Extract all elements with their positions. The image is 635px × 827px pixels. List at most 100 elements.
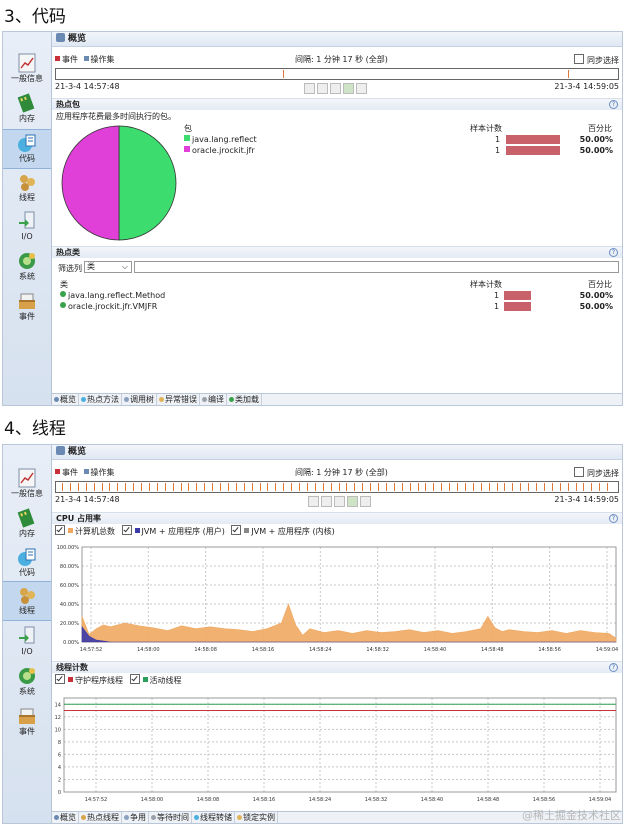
- legend-ops: 操作集: [90, 55, 115, 64]
- tab-call-tree[interactable]: 调用树: [122, 394, 157, 405]
- sidebar-item-memory[interactable]: 内存: [3, 90, 51, 128]
- tab-label: 类加载: [235, 395, 259, 404]
- timeline-event-tick: [409, 483, 411, 491]
- timeline-end: 21-3-4 14:59:05: [554, 82, 619, 91]
- section-title-code: 3、代码: [4, 7, 66, 27]
- timeline-event-tick: [520, 483, 522, 491]
- timeline-event-tick: [575, 483, 577, 491]
- timeline-event-tick: [433, 483, 435, 491]
- tab-overview[interactable]: 概览: [52, 812, 79, 823]
- sidebar-item-general[interactable]: 一般信息: [3, 50, 51, 88]
- timeline-event-tick: [528, 483, 530, 491]
- sidebar-item-io[interactable]: I/O: [3, 623, 51, 661]
- help-icon[interactable]: ?: [609, 514, 618, 523]
- sync-checkbox[interactable]: [574, 467, 584, 477]
- percent-bar: [506, 146, 560, 155]
- timeline-event-tick: [227, 483, 229, 491]
- y-tick-label: 0.00%: [63, 640, 79, 646]
- help-icon[interactable]: ?: [609, 100, 618, 109]
- sidebar-item-code[interactable]: 代码: [3, 544, 51, 582]
- sidebar-item-events[interactable]: 事件: [3, 703, 51, 741]
- tab-compilation[interactable]: 编译: [200, 394, 227, 405]
- zoom-reset-button[interactable]: [360, 496, 371, 507]
- tab-overview[interactable]: 概览: [52, 394, 79, 405]
- tab-hot-methods[interactable]: 热点方法: [79, 394, 122, 405]
- sidebar-item-label: 线程: [19, 606, 35, 615]
- zoom-out-button[interactable]: [308, 496, 319, 507]
- table-row[interactable]: java.lang.reflect.Method: [60, 290, 165, 301]
- pie-slice[interactable]: [61, 125, 120, 241]
- zoom-left-button[interactable]: [321, 496, 332, 507]
- legend-checkbox[interactable]: [55, 674, 65, 684]
- filter-column-select[interactable]: 类 ⌵: [84, 261, 132, 273]
- y-tick-label: 0: [58, 790, 61, 796]
- tab-label: 热点方法: [87, 395, 119, 404]
- zoom-left-button[interactable]: [317, 83, 328, 94]
- timeline-event-tick: [77, 483, 79, 491]
- sidebar-item-code[interactable]: 代码: [3, 129, 51, 169]
- zoom-in-button[interactable]: [343, 83, 354, 94]
- timeline-event-tick: [85, 483, 87, 491]
- overview-timeline[interactable]: [55, 68, 619, 80]
- timeline-event-tick: [607, 483, 609, 491]
- zoom-out-button[interactable]: [304, 83, 315, 94]
- legend-swatch: [68, 528, 73, 533]
- ops-legend-swatch: [83, 469, 89, 474]
- overview-timeline[interactable]: [55, 481, 619, 493]
- pie-slice[interactable]: [118, 125, 177, 241]
- sidebar-item-events[interactable]: 事件: [3, 288, 51, 326]
- sync-select-toggle[interactable]: 同步选择: [574, 54, 619, 67]
- sidebar-item-general[interactable]: 一般信息: [3, 465, 51, 503]
- sync-select-toggle[interactable]: 同步选择: [574, 467, 619, 480]
- sidebar-item-system[interactable]: 系统: [3, 663, 51, 701]
- filter-input[interactable]: [134, 261, 619, 273]
- zoom-right-button[interactable]: [330, 83, 341, 94]
- hot-packages-title: 热点包: [56, 100, 80, 109]
- timeline-event-tick: [472, 483, 474, 491]
- thread-count-header: 线程计数?: [52, 661, 622, 673]
- table-row[interactable]: java.lang.reflect: [184, 134, 257, 145]
- io-icon: [19, 626, 35, 644]
- package-name: java.lang.reflect: [192, 135, 257, 144]
- tab-hot-threads[interactable]: 热点线程: [79, 812, 122, 823]
- tab-lock-instances[interactable]: 锁定实例: [235, 812, 278, 823]
- tab-exceptions[interactable]: 异常错误: [157, 394, 200, 405]
- col-header-samples: 样本计数: [470, 124, 502, 133]
- zoom-right-button[interactable]: [334, 496, 345, 507]
- tab-wait-time[interactable]: 等待时间: [149, 812, 192, 823]
- percent-value: 50.00%: [579, 302, 613, 311]
- table-row[interactable]: oracle.jrockit.jfr: [184, 145, 255, 156]
- general-info-icon: [18, 468, 36, 488]
- zoom-in-button[interactable]: [347, 496, 358, 507]
- sidebar-item-memory[interactable]: 内存: [3, 505, 51, 543]
- zoom-reset-button[interactable]: [356, 83, 367, 94]
- help-icon[interactable]: ?: [609, 663, 618, 672]
- legend-swatch: [142, 677, 148, 682]
- help-icon[interactable]: ?: [609, 248, 618, 257]
- tab-label: 调用树: [130, 395, 154, 404]
- legend-checkbox[interactable]: [55, 525, 65, 535]
- legend-checkbox[interactable]: [121, 525, 132, 535]
- col-header-percent: 百分比: [588, 280, 612, 289]
- timeline-event-tick: [156, 483, 158, 491]
- hot-packages-description: 应用程序花费最多时间执行的包。: [56, 112, 176, 121]
- table-row[interactable]: oracle.jrockit.jfr.VMJFR: [60, 301, 157, 312]
- legend-checkbox[interactable]: [231, 525, 242, 535]
- timeline-event-tick: [69, 483, 71, 491]
- tab-contention[interactable]: 争用: [122, 812, 149, 823]
- x-tick-label: 14:58:32: [365, 797, 387, 803]
- sidebar-item-system[interactable]: 系统: [3, 248, 51, 286]
- x-tick-label: 14:58:48: [477, 797, 499, 803]
- sample-count: 1: [495, 135, 501, 144]
- main-panel: 概览 事件 操作集 间隔: 1 分钟 17 秒 (全部) 同步选择 21-3-4…: [52, 32, 622, 405]
- tab-thread-dump[interactable]: 线程转储: [192, 812, 235, 823]
- tab-label: 线程转储: [200, 813, 232, 822]
- sidebar-item-threads[interactable]: 线程: [3, 581, 51, 621]
- sidebar-item-io[interactable]: I/O: [3, 208, 51, 246]
- tab-class-loading[interactable]: 类加载: [227, 394, 262, 405]
- legend-checkbox[interactable]: [129, 674, 140, 684]
- sync-checkbox[interactable]: [574, 54, 584, 64]
- sidebar-item-threads[interactable]: 线程: [3, 169, 51, 207]
- timeline-end: 21-3-4 14:59:05: [554, 495, 619, 504]
- timeline-event-tick: [212, 483, 214, 491]
